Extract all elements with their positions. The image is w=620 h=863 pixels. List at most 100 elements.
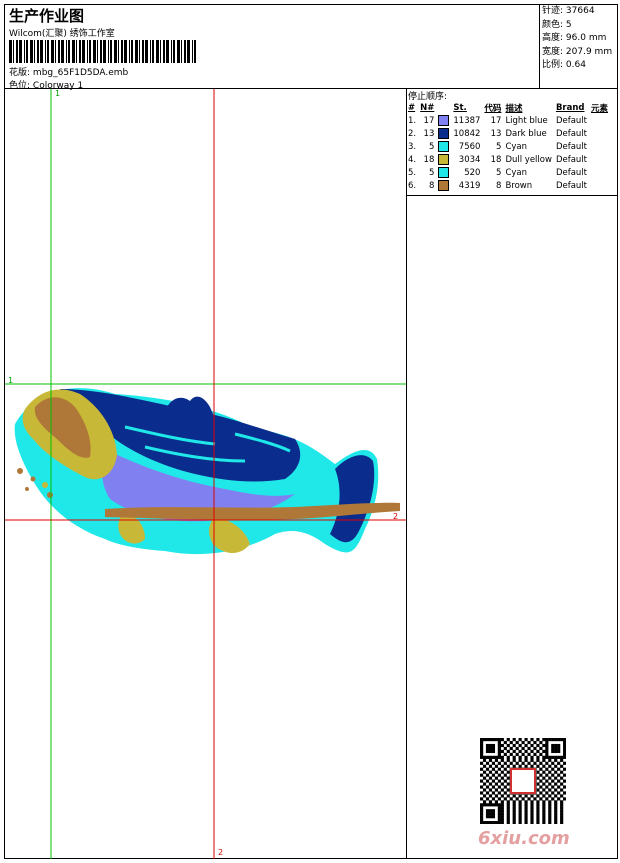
stat-scale: 比例: 0.64 xyxy=(542,60,586,70)
design-file: 花版: mbg_65F1D5DA.emb xyxy=(9,65,128,78)
spray-dot xyxy=(42,482,48,488)
cell-element xyxy=(589,166,610,179)
cell-code: 13 xyxy=(490,128,502,139)
cell-element xyxy=(589,179,610,192)
cell-swatch xyxy=(436,127,451,140)
col-code: 代码 xyxy=(484,103,502,114)
cell-element xyxy=(589,127,610,140)
spray-dot xyxy=(25,487,29,491)
cell-idx: 6. xyxy=(408,180,417,191)
col-desc: 描述 xyxy=(505,103,523,114)
col-element: 元素 xyxy=(591,103,609,114)
table-header-row: # N# St. 代码 描述 Brand 元素 xyxy=(406,101,610,114)
cell-element xyxy=(589,140,610,153)
cell-idx: 2. xyxy=(408,128,417,139)
cell-idx: 4. xyxy=(408,154,417,165)
cell-code: 17 xyxy=(490,115,502,126)
stop-sequence-table: # N# St. 代码 描述 Brand 元素 1. 17 11387 17 Light… xyxy=(406,101,610,192)
cell-code: 5 xyxy=(496,167,502,178)
cell-stitches: 7560 xyxy=(458,141,481,152)
guide-label-red-bottom: 2 xyxy=(218,848,224,857)
spray-dot xyxy=(30,476,36,482)
table-row: 3. 5 7560 5 Cyan Default xyxy=(406,140,610,153)
stat-stitches: 针迹: 37664 xyxy=(542,6,595,16)
cell-brand: Default xyxy=(555,180,587,191)
color-swatch xyxy=(438,128,450,139)
qr-code xyxy=(480,738,566,824)
cell-swatch xyxy=(436,179,451,192)
stat-colors: 颜色: 5 xyxy=(542,19,572,30)
design-stats: 针迹: 37664 颜色: 5 高度: 96.0 mm 宽度: 207.9 mm… xyxy=(542,5,612,73)
table-row: 5. 5 520 5 Cyan Default xyxy=(406,166,610,179)
cell-stitches: 4319 xyxy=(458,180,481,191)
cell-brand: Default xyxy=(555,141,587,152)
page-title: 生产作业图 xyxy=(9,7,85,25)
spray-dot xyxy=(17,468,23,474)
cell-needle: 13 xyxy=(423,128,435,139)
cell-stitches: 10842 xyxy=(453,128,481,139)
cell-needle: 18 xyxy=(423,154,435,165)
color-swatch xyxy=(438,141,450,152)
cell-idx: 1. xyxy=(408,115,417,126)
guide-label-green-top: 1 xyxy=(55,89,61,98)
cell-code: 18 xyxy=(490,154,502,165)
stat-height: 高度: 96.0 mm xyxy=(542,33,607,43)
embroidery-preview xyxy=(5,89,406,859)
col-stitches: St. xyxy=(453,102,467,113)
cell-desc: Brown xyxy=(505,180,533,191)
cell-desc: Light blue xyxy=(505,115,548,126)
cell-stitches: 520 xyxy=(464,167,481,178)
table-row: 2. 13 10842 13 Dark blue Default xyxy=(406,127,610,140)
cell-swatch xyxy=(436,140,451,153)
col-brand: Brand xyxy=(555,102,585,113)
cell-desc: Dark blue xyxy=(505,128,547,139)
cell-stitches: 11387 xyxy=(453,115,481,126)
cell-swatch xyxy=(436,166,451,179)
file-name: mbg_65F1D5DA.emb xyxy=(32,68,129,78)
cell-brand: Default xyxy=(555,154,587,165)
cell-code: 8 xyxy=(496,180,502,191)
cell-brand: Default xyxy=(555,167,587,178)
col-swatch xyxy=(436,101,451,114)
cell-stitches: 3034 xyxy=(458,154,481,165)
cell-desc: Cyan xyxy=(505,141,527,152)
cell-element xyxy=(589,114,610,127)
table-row: 1. 17 11387 17 Light blue Default xyxy=(406,114,610,127)
stat-width: 宽度: 207.9 mm xyxy=(542,46,613,57)
guide-label-green-left: 1 xyxy=(8,376,14,385)
panel-rule xyxy=(406,195,618,196)
cell-idx: 3. xyxy=(408,141,417,152)
header-info: 生产作业图 Wilcom(汇聚) 绣饰工作室 花版: mbg_65F1D5DA.… xyxy=(5,4,540,91)
cell-element xyxy=(589,153,610,166)
cell-code: 5 xyxy=(496,141,502,152)
spray-dot xyxy=(47,492,53,498)
cell-needle: 5 xyxy=(428,167,435,178)
panel-divider xyxy=(406,88,407,859)
cell-swatch xyxy=(436,153,451,166)
cell-brand: Default xyxy=(555,128,587,139)
stop-sequence-body: 1. 17 11387 17 Light blue Default 2. 13 10842 13 D… xyxy=(406,114,610,192)
watermark-logo: 6xiu.com xyxy=(478,828,570,849)
header-divider xyxy=(539,4,540,88)
cell-swatch xyxy=(436,114,451,127)
fish-design xyxy=(14,388,400,555)
guide-label-red-right: 2 xyxy=(393,512,399,521)
cell-desc: Dull yellow xyxy=(505,154,552,165)
cell-desc: Cyan xyxy=(505,167,527,178)
col-idx: # xyxy=(408,102,416,113)
color-swatch xyxy=(438,115,450,126)
cell-needle: 5 xyxy=(428,141,435,152)
table-row: 4. 18 3034 18 Dull yellow Default xyxy=(406,153,610,166)
company-name: Wilcom(汇聚) 绣饰工作室 xyxy=(9,29,115,39)
cell-needle: 8 xyxy=(428,180,435,191)
cell-brand: Default xyxy=(555,115,587,126)
cell-idx: 5. xyxy=(408,167,417,178)
color-swatch xyxy=(438,154,450,165)
barcode xyxy=(9,40,196,63)
cell-needle: 17 xyxy=(423,115,435,126)
col-needle: N# xyxy=(420,102,435,113)
table-row: 6. 8 4319 8 Brown Default xyxy=(406,179,610,192)
color-swatch xyxy=(438,167,450,178)
file-label: 花版: xyxy=(9,68,31,78)
color-swatch xyxy=(438,180,450,191)
